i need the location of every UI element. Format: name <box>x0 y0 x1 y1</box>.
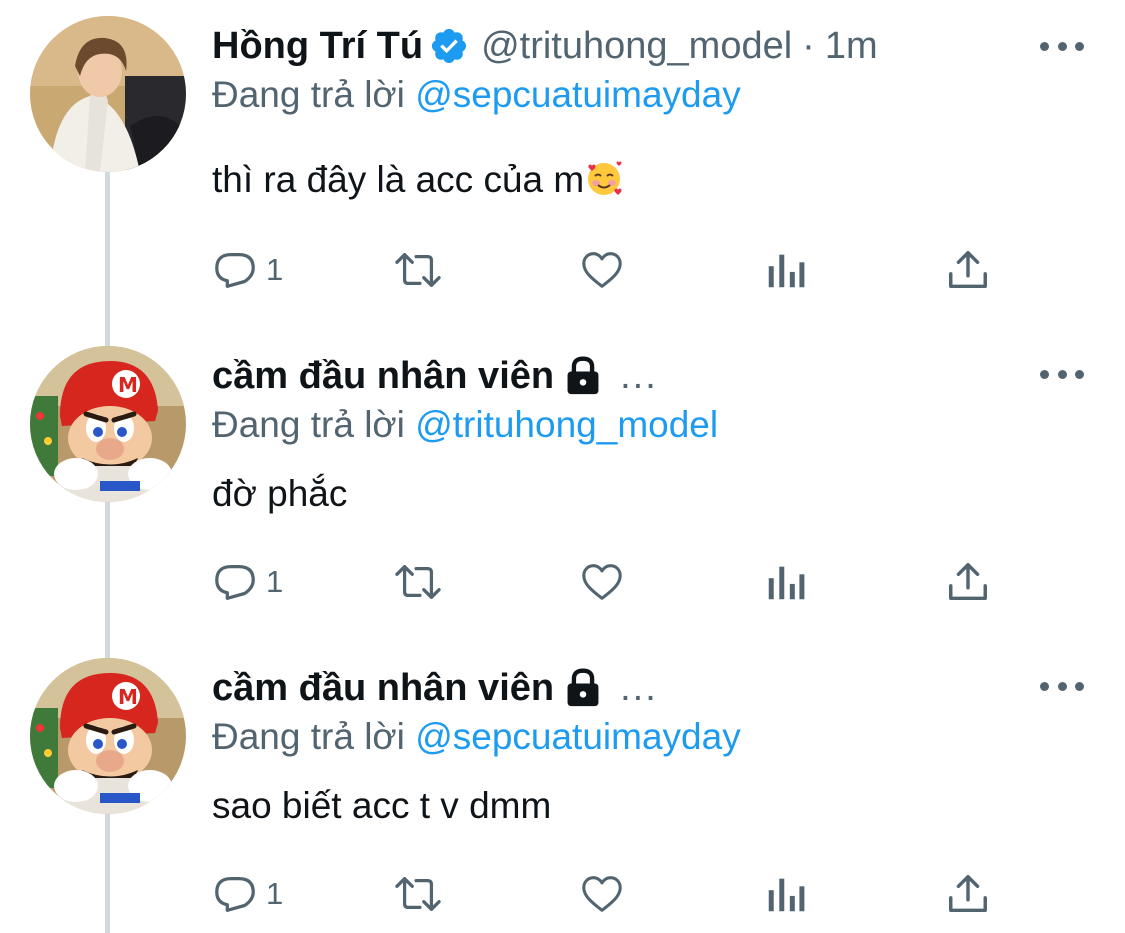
truncation-mark: ... <box>620 355 658 397</box>
analytics-button[interactable] <box>766 557 806 607</box>
tweet-thread: Hồng Trí Tú @trituhong_model · 1m Đang t… <box>0 0 1125 933</box>
like-button[interactable] <box>578 869 626 919</box>
tweet-actions: 1 <box>212 557 1012 607</box>
reply-count: 1 <box>266 876 284 911</box>
svg-text:M: M <box>118 373 138 397</box>
analytics-icon <box>768 878 805 912</box>
thread-connector-line <box>105 172 110 346</box>
tweet-text-content: sao biết acc t v dmm <box>212 785 552 826</box>
thread-connector-line <box>105 502 110 658</box>
smiling-face-with-hearts-icon <box>588 161 622 195</box>
analytics-button[interactable] <box>766 869 806 919</box>
avatar[interactable] <box>30 16 186 172</box>
replying-to-label: Đang trả lời <box>212 716 405 757</box>
replying-to-label: Đang trả lời <box>212 404 405 445</box>
replying-to-label: Đang trả lời <box>212 74 405 115</box>
reply-icon <box>215 253 255 288</box>
tweet-text: sao biết acc t v dmm <box>212 781 551 831</box>
reply-button[interactable]: 1 <box>212 557 283 607</box>
mention-link[interactable]: @sepcuatuimayday <box>415 74 741 115</box>
handle[interactable]: @trituhong_model <box>481 18 792 74</box>
timestamp[interactable]: 1m <box>825 18 878 74</box>
replying-to: Đang trả lời @trituhong_model <box>212 400 718 450</box>
reply-count: 1 <box>266 252 284 287</box>
like-icon <box>582 876 622 912</box>
tweet-header: cầm đầu nhân viên ... <box>212 660 1005 716</box>
replying-to: Đang trả lời @sepcuatuimayday <box>212 712 741 762</box>
svg-text:M: M <box>118 685 138 709</box>
retweet-icon <box>395 253 441 287</box>
reply-button[interactable]: 1 <box>212 245 283 295</box>
reply-icon <box>215 565 255 600</box>
tweet-header: Hồng Trí Tú @trituhong_model · 1m <box>212 18 1005 74</box>
avatar[interactable]: M <box>30 346 186 502</box>
like-button[interactable] <box>578 245 626 295</box>
share-button[interactable] <box>945 245 991 295</box>
analytics-icon <box>768 566 805 600</box>
tweet-text: đờ phắc <box>212 469 347 519</box>
retweet-icon <box>395 565 441 599</box>
display-name[interactable]: cầm đầu nhân viên <box>212 660 554 716</box>
share-button[interactable] <box>945 869 991 919</box>
thread-connector-line <box>105 814 110 933</box>
display-name[interactable]: cầm đầu nhân viên <box>212 348 554 404</box>
analytics-icon <box>768 254 805 288</box>
display-name[interactable]: Hồng Trí Tú <box>212 18 423 74</box>
lock-icon <box>567 668 599 707</box>
reply-icon <box>215 877 255 912</box>
avatar[interactable]: M <box>30 658 186 814</box>
like-icon <box>582 564 622 600</box>
like-button[interactable] <box>578 557 626 607</box>
share-icon <box>949 563 987 601</box>
tweet-actions: 1 <box>212 869 1012 919</box>
mention-link[interactable]: @sepcuatuimayday <box>415 716 741 757</box>
tweet-text-content: thì ra đây là acc của m <box>212 159 585 200</box>
reply-button[interactable]: 1 <box>212 869 283 919</box>
share-icon <box>949 251 987 289</box>
retweet-button[interactable] <box>390 557 446 607</box>
more-icon[interactable] <box>1040 364 1084 384</box>
reply-count: 1 <box>266 564 284 599</box>
analytics-button[interactable] <box>766 245 806 295</box>
more-icon[interactable] <box>1040 36 1084 56</box>
share-icon <box>949 875 987 913</box>
more-icon[interactable] <box>1040 676 1084 696</box>
tweet-actions: 1 <box>212 245 1012 295</box>
truncation-mark: ... <box>620 667 658 709</box>
lock-icon <box>567 356 599 395</box>
retweet-button[interactable] <box>390 245 446 295</box>
retweet-button[interactable] <box>390 869 446 919</box>
mention-link[interactable]: @trituhong_model <box>415 404 718 445</box>
tweet-text-content: đờ phắc <box>212 473 348 514</box>
separator-dot: · <box>802 25 815 67</box>
replying-to: Đang trả lời @sepcuatuimayday <box>212 70 741 120</box>
verified-badge-icon <box>431 28 467 64</box>
like-icon <box>582 252 622 288</box>
retweet-icon <box>395 877 441 911</box>
share-button[interactable] <box>945 557 991 607</box>
tweet-text: thì ra đây là acc của m <box>212 155 624 205</box>
tweet-header: cầm đầu nhân viên ... <box>212 348 1005 404</box>
